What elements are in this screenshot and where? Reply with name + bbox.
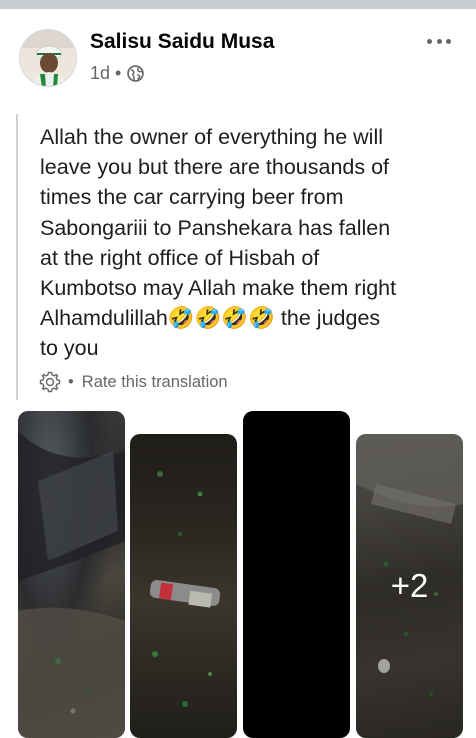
more-photos-count[interactable]: +2: [356, 434, 463, 738]
meta-separator: •: [115, 63, 122, 83]
post-photo-2[interactable]: [130, 434, 237, 738]
post-text-line: Alhamdulillah🤣🤣🤣🤣 the judges: [40, 306, 381, 331]
rate-separator: •: [68, 372, 74, 391]
feed-divider: [0, 0, 476, 9]
author-name[interactable]: Salisu Saidu Musa: [90, 30, 274, 54]
post-meta: 1d •: [90, 63, 145, 84]
more-dot: [436, 38, 442, 44]
post-timestamp[interactable]: 1d: [90, 63, 110, 84]
rate-translation-button[interactable]: • Rate this translation: [38, 370, 228, 394]
post-photo-3[interactable]: [243, 411, 350, 738]
gear-icon: [39, 371, 61, 393]
post-text-line: at the right office of Hisbah of: [40, 245, 320, 270]
more-dot: [427, 38, 432, 44]
post-text-line: times the car carrying beer from: [40, 185, 344, 210]
globe-icon[interactable]: [127, 65, 145, 82]
more-dot: [446, 38, 451, 44]
post-text[interactable]: Allah the owner of everything he will le…: [40, 122, 450, 364]
post-text-line: to you: [40, 336, 99, 361]
post-photo-1[interactable]: [18, 411, 125, 738]
rate-translation-label: Rate this translation: [81, 372, 228, 391]
post-text-line: Sabongariii to Panshekara has fallen: [40, 215, 391, 240]
post-photo-4[interactable]: +2: [356, 434, 463, 738]
avatar[interactable]: [19, 29, 77, 87]
post-text-line: leave you but there are thousands of: [40, 155, 390, 180]
translated-post-block: Allah the owner of everything he will le…: [16, 114, 456, 400]
post-text-line: Allah the owner of everything he will: [40, 125, 383, 149]
more-options-icon[interactable]: [422, 28, 456, 54]
post-text-line: Kumbotso may Allah make them right: [40, 276, 397, 301]
